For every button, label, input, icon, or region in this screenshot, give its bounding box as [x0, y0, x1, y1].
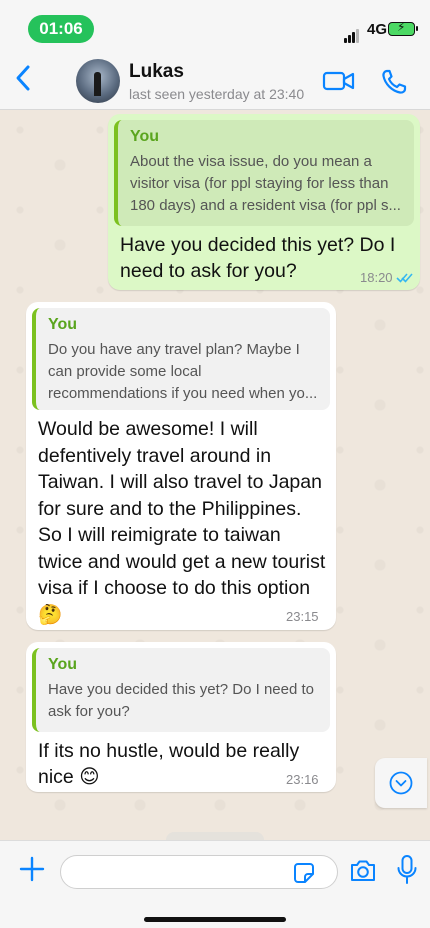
battery-icon: ⚡ [388, 20, 418, 36]
status-bar: 01:06 4G ⚡ [0, 0, 430, 52]
message-time: 23:15 [286, 609, 319, 624]
quote-text: About the visa issue, do you mean a visi… [130, 153, 401, 214]
message-time: 23:16 [286, 772, 319, 787]
camera-icon[interactable] [349, 858, 377, 884]
message-bubble-incoming[interactable]: You Have you decided this yet? Do I need… [26, 642, 336, 792]
quote-author: You [48, 656, 78, 673]
contact-name[interactable]: Lukas [129, 61, 184, 83]
microphone-icon[interactable] [396, 854, 418, 886]
status-time: 01:06 [28, 15, 94, 43]
quote-author: You [130, 128, 160, 145]
message-bubble-incoming[interactable]: You Do you have any travel plan? Maybe I… [26, 302, 336, 630]
read-receipt-icon [396, 273, 413, 283]
chat-area[interactable]: You About the visa issue, do you mean a … [0, 110, 430, 840]
scroll-to-bottom-button[interactable] [375, 758, 427, 808]
chevron-down-icon [389, 771, 413, 795]
sticker-icon[interactable] [293, 862, 315, 884]
message-text: If its no hustle, would be really nice 😊 [38, 740, 300, 788]
quoted-reply[interactable]: You About the visa issue, do you mean a … [114, 120, 414, 226]
avatar[interactable] [76, 59, 120, 103]
composer-bar [0, 840, 430, 928]
video-call-icon[interactable] [322, 69, 356, 93]
date-separator: Tue, Dec 13 [166, 832, 264, 840]
signal-icon [344, 25, 360, 43]
message-time: 18:20 [360, 270, 393, 285]
plus-icon[interactable] [18, 855, 46, 883]
phone-call-icon[interactable] [380, 68, 408, 96]
message-bubble-outgoing[interactable]: You About the visa issue, do you mean a … [108, 114, 420, 290]
quote-author: You [48, 316, 78, 333]
network-type: 4G [367, 21, 388, 38]
last-seen-status: last seen yesterday at 23:40 [129, 86, 305, 102]
quoted-reply[interactable]: You Do you have any travel plan? Maybe I… [32, 308, 330, 410]
quote-text: Do you have any travel plan? Maybe I can… [48, 341, 318, 402]
quote-text: Have you decided this yet? Do I need to … [48, 681, 315, 720]
quoted-reply[interactable]: You Have you decided this yet? Do I need… [32, 648, 330, 732]
home-indicator[interactable] [144, 917, 286, 922]
back-chevron-icon[interactable] [14, 64, 38, 96]
chat-header: Lukas last seen yesterday at 23:40 [0, 52, 430, 110]
message-text: Would be awesome! I will defentively tra… [38, 418, 326, 626]
